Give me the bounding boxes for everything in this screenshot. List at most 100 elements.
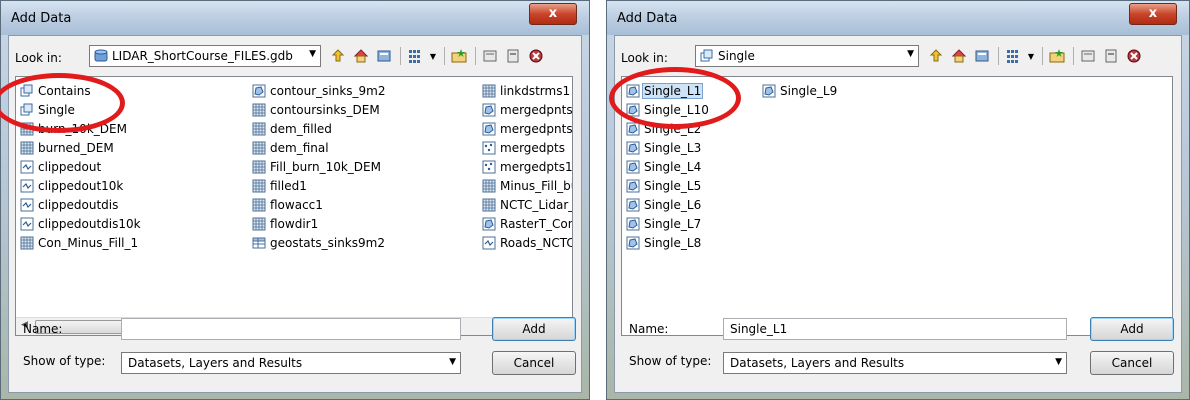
cancel-button[interactable]: Cancel (1090, 351, 1174, 375)
list-item[interactable]: flowdir1 (252, 214, 386, 233)
connect-icon[interactable] (504, 47, 522, 65)
raster-icon (20, 141, 37, 155)
up-one-level-icon[interactable] (329, 47, 347, 65)
list-item[interactable]: Single_L1 (626, 81, 710, 100)
list-item[interactable]: clippedoutdis (20, 195, 142, 214)
list-item[interactable]: filled1 (252, 176, 386, 195)
show-of-type-select[interactable]: Datasets, Layers and Results ▼ (723, 352, 1067, 374)
home-icon[interactable] (950, 47, 968, 65)
raster-icon (482, 179, 499, 193)
list-item[interactable]: Con_Minus_Fill_1 (20, 233, 142, 252)
list-item[interactable]: flowacc1 (252, 195, 386, 214)
list-item[interactable]: mergedpts10k (482, 157, 572, 176)
list-item-label: mergedpnts_E (500, 102, 573, 117)
list-item[interactable]: mergedpnts_E (482, 100, 573, 119)
dialog-client-area: Look in: Single ▼ ▼ Single_L1 Single_L10 S… (614, 35, 1182, 393)
go-to-folder-icon[interactable] (375, 47, 393, 65)
list-item[interactable]: geostats_sinks9m2 (252, 233, 386, 252)
disconnect-icon[interactable] (527, 47, 545, 65)
catalog-icon[interactable] (1079, 47, 1097, 65)
polyline-icon (20, 198, 37, 212)
list-item-label: clippedout10k (38, 178, 124, 193)
file-list[interactable]: Contains Single burn_10k_DEM burned_DEM clip… (15, 76, 573, 336)
list-item-label: Contains (38, 83, 91, 98)
look-in-dropdown[interactable]: Single ▼ (695, 45, 919, 67)
raster-icon (252, 141, 269, 155)
up-one-level-icon[interactable] (927, 47, 945, 65)
list-item[interactable]: Single_L6 (626, 195, 710, 214)
dialog-title: Add Data (617, 11, 678, 26)
list-item[interactable]: clippedout (20, 157, 142, 176)
home-icon[interactable] (352, 47, 370, 65)
list-item[interactable]: Single_L4 (626, 157, 710, 176)
list-item[interactable]: contour_sinks_9m2 (252, 81, 386, 100)
new-folder-icon[interactable] (450, 47, 468, 65)
disconnect-icon[interactable] (1125, 47, 1143, 65)
new-folder-icon[interactable] (1048, 47, 1066, 65)
close-button[interactable]: x (1129, 3, 1177, 25)
list-item[interactable]: NCTC_Lidar_1 (482, 195, 572, 214)
toolbar-separator (444, 47, 445, 65)
polyline-icon (20, 179, 37, 193)
name-field[interactable]: Single_L1 (723, 318, 1067, 340)
look-in-dropdown[interactable]: LIDAR_ShortCourse_FILES.gdb ▼ (89, 45, 321, 67)
point-icon (482, 141, 499, 155)
list-item-label: flowdir1 (270, 216, 319, 231)
add-button[interactable]: Add (492, 317, 576, 341)
list-item[interactable]: burn_10k_DEM (20, 119, 142, 138)
go-to-folder-icon[interactable] (973, 47, 991, 65)
polyline-icon (482, 236, 499, 250)
chevron-down-icon[interactable]: ▼ (1027, 47, 1035, 65)
polyline-icon (20, 217, 37, 231)
list-item[interactable]: Single (20, 100, 142, 119)
list-item-label: linkdstrms1 (500, 83, 571, 98)
list-item-label: clippedoutdis10k (38, 216, 141, 231)
title-bar[interactable]: Add Data x (1, 1, 589, 35)
list-item[interactable]: dem_final (252, 138, 386, 157)
show-of-type-select[interactable]: Datasets, Layers and Results ▼ (121, 352, 461, 374)
list-item[interactable]: Single_L8 (626, 233, 710, 252)
chevron-down-icon[interactable]: ▼ (429, 47, 437, 65)
name-field[interactable] (121, 318, 461, 340)
toolbar: ▼ (329, 46, 550, 66)
list-item[interactable]: clippedoutdis10k (20, 214, 142, 233)
list-item[interactable]: Single_L2 (626, 119, 710, 138)
view-menu-icon[interactable] (406, 47, 424, 65)
list-item-label: flowacc1 (270, 197, 323, 212)
file-list-column: contour_sinks_9m2 contoursinks_DEM dem_fil… (252, 81, 386, 252)
title-bar[interactable]: Add Data x (607, 1, 1189, 35)
table-icon (252, 236, 269, 250)
list-item[interactable]: Single_L3 (626, 138, 710, 157)
list-item[interactable]: Single_L7 (626, 214, 710, 233)
list-item[interactable]: Minus_Fill_bu (482, 176, 572, 195)
list-item[interactable]: Roads_NCTC (482, 233, 573, 252)
list-item[interactable]: mergedpts (482, 138, 572, 157)
name-label: Name: (23, 322, 63, 336)
view-menu-icon[interactable] (1004, 47, 1022, 65)
list-item[interactable]: Contains (20, 81, 142, 100)
raster-icon (482, 84, 499, 98)
list-item[interactable]: Single_L9 (762, 81, 838, 100)
list-item[interactable]: clippedout10k (20, 176, 142, 195)
close-button[interactable]: x (529, 3, 577, 25)
list-item[interactable]: Fill_burn_10k_DEM (252, 157, 386, 176)
catalog-icon[interactable] (481, 47, 499, 65)
list-item-label: mergedpts (500, 140, 565, 155)
list-item-label: clippedoutdis (38, 197, 119, 212)
file-list[interactable]: Single_L1 Single_L10 Single_L2 Single_L3 Sin… (621, 76, 1173, 336)
add-button[interactable]: Add (1090, 317, 1174, 341)
list-item-label: Roads_NCTC (500, 235, 573, 250)
look-in-value: Single (718, 49, 755, 63)
list-item[interactable]: dem_filled (252, 119, 386, 138)
list-item[interactable]: Single_L5 (626, 176, 710, 195)
list-item[interactable]: contoursinks_DEM (252, 100, 386, 119)
connect-icon[interactable] (1102, 47, 1120, 65)
point-icon (482, 160, 499, 174)
list-item[interactable]: burned_DEM (20, 138, 142, 157)
cancel-button[interactable]: Cancel (492, 351, 576, 375)
list-item[interactable]: Single_L10 (626, 100, 710, 119)
list-item[interactable]: mergedpnts_E (482, 119, 572, 138)
list-item[interactable]: RasterT_Con_ (482, 214, 572, 233)
list-item-label: Single_L7 (644, 216, 702, 231)
list-item[interactable]: linkdstrms1 (482, 81, 572, 100)
